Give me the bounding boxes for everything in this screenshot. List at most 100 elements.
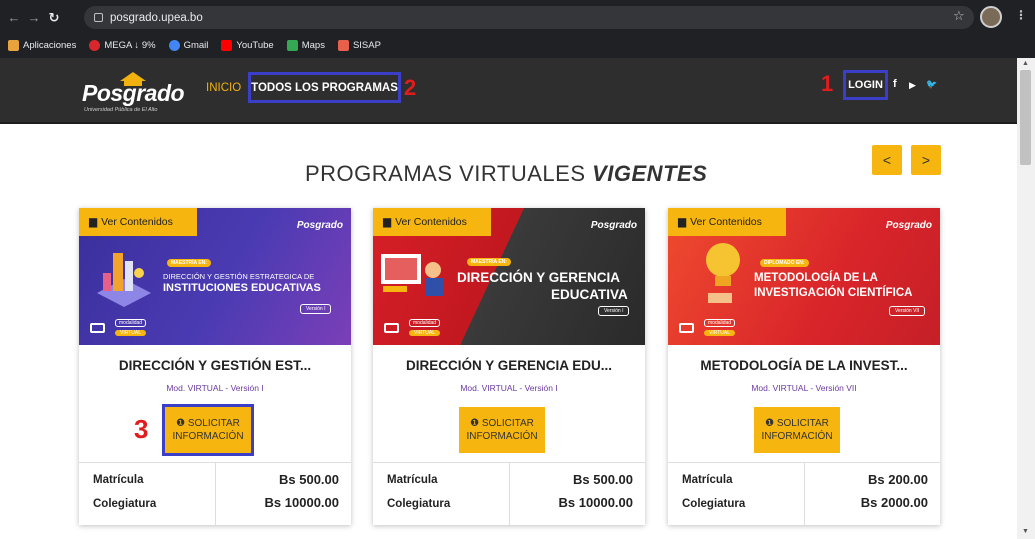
monitor-icon: [384, 323, 399, 333]
bookmark-maps[interactable]: Maps: [286, 40, 325, 51]
carousel-prev-button[interactable]: <: [872, 145, 902, 175]
maps-icon: [286, 40, 298, 51]
nav-inicio[interactable]: INICIO: [206, 82, 241, 94]
scroll-up-icon[interactable]: ▲: [1022, 60, 1029, 67]
solicitar-informacion-button[interactable]: ❶ SOLICITAR INFORMACIÓN: [162, 404, 254, 456]
education-illustration-icon: [97, 253, 151, 307]
bookmark-label: SISAP: [352, 40, 381, 51]
colegiatura-value: Bs 10000.00: [558, 495, 633, 510]
banner-kicker: DIPLOMADO EN:: [760, 259, 809, 267]
ver-contenidos-button[interactable]: ▆ Ver Contenidos: [668, 208, 786, 236]
youtube-icon[interactable]: ▶: [909, 80, 916, 91]
scrollbar-thumb[interactable]: [1020, 70, 1031, 165]
monitor-icon: [90, 323, 105, 333]
info-icon: ❶: [765, 418, 777, 429]
annotation-3: 3: [134, 414, 149, 444]
banner-line2: INVESTIGACIÓN CIENTÍFICA: [754, 287, 913, 299]
informacion-label: INFORMACIÓN: [761, 431, 833, 442]
program-banner[interactable]: ▆ Ver Contenidos Posgrado DIPLOMADO EN: M…: [668, 208, 940, 345]
lock-icon: [94, 13, 103, 22]
colegiatura-value: Bs 10000.00: [264, 495, 339, 510]
matricula-value: Bs 500.00: [573, 472, 633, 487]
colegiatura-label: Colegiatura: [93, 498, 157, 510]
banner-line2: INSTITUCIONES EDUCATIVAS: [163, 282, 321, 294]
matricula-label: Matrícula: [93, 474, 144, 486]
page-scrollbar[interactable]: ▲ ▼: [1017, 58, 1035, 539]
banner-logo: Posgrado: [590, 220, 637, 231]
banner-kicker: MAESTRÍA EN:: [467, 258, 511, 266]
banner-modalidad: modalidad: [704, 319, 736, 327]
solicitar-informacion-button[interactable]: ❶ SOLICITAR INFORMACIÓN: [459, 407, 545, 453]
sisap-icon: [337, 40, 349, 51]
bookmark-youtube[interactable]: YouTube: [221, 40, 274, 51]
banner-virtual: VIRTUAL: [704, 330, 736, 336]
book-icon: ▆: [89, 216, 98, 228]
informacion-label: INFORMACIÓN: [466, 431, 538, 442]
price-divider: [509, 463, 510, 526]
ver-contenidos-button[interactable]: ▆ Ver Contenidos: [79, 208, 197, 236]
card-title[interactable]: DIRECCIÓN Y GESTIÓN EST...: [79, 358, 351, 373]
banner-virtual: VIRTUAL: [115, 330, 147, 336]
banner-logo: Posgrado: [296, 220, 343, 231]
bookmark-label: MEGA ↓ 9%: [104, 40, 156, 51]
back-icon[interactable]: ←: [4, 10, 24, 25]
card-subtitle: Mod. VIRTUAL - Versión I: [166, 383, 264, 393]
program-banner[interactable]: ▆ Ver Contenidos Posgrado MAESTRÍA EN: DI…: [373, 208, 645, 345]
posgrado-logo[interactable]: Posgrado Universidad Pública de El Alto: [82, 72, 185, 114]
matricula-label: Matrícula: [387, 474, 438, 486]
banner-line1: METODOLOGÍA DE LA: [754, 272, 878, 284]
info-icon: ❶: [176, 418, 188, 429]
banner-logo: Posgrado: [885, 220, 932, 231]
carousel-next-button[interactable]: >: [911, 145, 941, 175]
bookmarks-bar: Aplicaciones MEGA ↓ 9% Gmail YouTube Map…: [0, 35, 1035, 56]
bookmark-star-icon[interactable]: ☆: [953, 8, 965, 24]
card-subtitle: Mod. VIRTUAL - Versión I: [460, 383, 558, 393]
menu-kebab-icon[interactable]: ⋮: [1015, 8, 1027, 22]
bookmark-mega[interactable]: MEGA ↓ 9%: [89, 40, 156, 51]
banner-version: Versión VII: [889, 306, 926, 316]
book-icon: ▆: [678, 216, 687, 228]
price-divider: [215, 463, 216, 526]
browser-chrome: ← → ↻ posgrado.upea.bo ☆ ⋮ Aplicaciones …: [0, 0, 1035, 58]
card-title[interactable]: DIRECCIÓN Y GERENCIA EDU...: [373, 358, 645, 373]
bookmark-gmail[interactable]: Gmail: [168, 40, 208, 51]
scroll-down-icon[interactable]: ▼: [1022, 528, 1029, 535]
solicitar-label: SOLICITAR: [481, 418, 534, 429]
profile-avatar[interactable]: [980, 6, 1002, 28]
matricula-label: Matrícula: [682, 474, 733, 486]
banner-line1: DIRECCIÓN Y GERENCIA: [457, 270, 621, 285]
address-bar[interactable]: posgrado.upea.bo: [84, 6, 974, 29]
forward-icon[interactable]: →: [24, 10, 44, 25]
matricula-value: Bs 500.00: [279, 472, 339, 487]
banner-line2: EDUCATIVA: [551, 287, 628, 302]
bookmark-sisap[interactable]: SISAP: [337, 40, 381, 51]
solicitar-line1: ❶ SOLICITAR: [765, 417, 829, 430]
solicitar-informacion-button[interactable]: ❶ SOLICITAR INFORMACIÓN: [754, 407, 840, 453]
nav-todos-programas[interactable]: TODOS LOS PROGRAMAS: [248, 72, 401, 103]
card-title[interactable]: METODOLOGÍA DE LA INVEST...: [668, 358, 940, 373]
mega-icon: [89, 40, 101, 51]
solicitar-line1: ❶ SOLICITAR: [470, 417, 534, 430]
program-banner[interactable]: ▆ Ver Contenidos Posgrado MAESTRÍA EN: DI…: [79, 208, 351, 345]
info-icon: ❶: [470, 418, 482, 429]
colegiatura-value: Bs 2000.00: [860, 495, 928, 510]
banner-modalidad: modalidad: [115, 319, 147, 327]
google-icon: [168, 40, 180, 51]
lightbulb-icon: [706, 243, 740, 303]
ver-contenidos-button[interactable]: ▆ Ver Contenidos: [373, 208, 491, 236]
facebook-icon[interactable]: f: [893, 78, 897, 90]
banner-kicker: MAESTRÍA EN:: [167, 259, 211, 267]
bookmark-aplicaciones[interactable]: Aplicaciones: [8, 40, 76, 51]
price-table: Matrícula Bs 200.00 Colegiatura Bs 2000.…: [668, 462, 940, 526]
login-button[interactable]: LOGIN: [843, 70, 888, 100]
reload-icon[interactable]: ↻: [44, 10, 64, 26]
monitor-icon: [679, 323, 694, 333]
colegiatura-label: Colegiatura: [387, 498, 451, 510]
banner-line1: DIRECCIÓN Y GESTIÓN ESTRATEGICA DE: [163, 272, 315, 281]
solicitar-label: SOLICITAR: [776, 418, 829, 429]
price-divider: [804, 463, 805, 526]
annotation-1: 1: [821, 71, 834, 96]
twitter-icon[interactable]: 🐦: [926, 79, 937, 90]
ver-contenidos-label: Ver Contenidos: [101, 216, 173, 228]
colegiatura-label: Colegiatura: [682, 498, 746, 510]
